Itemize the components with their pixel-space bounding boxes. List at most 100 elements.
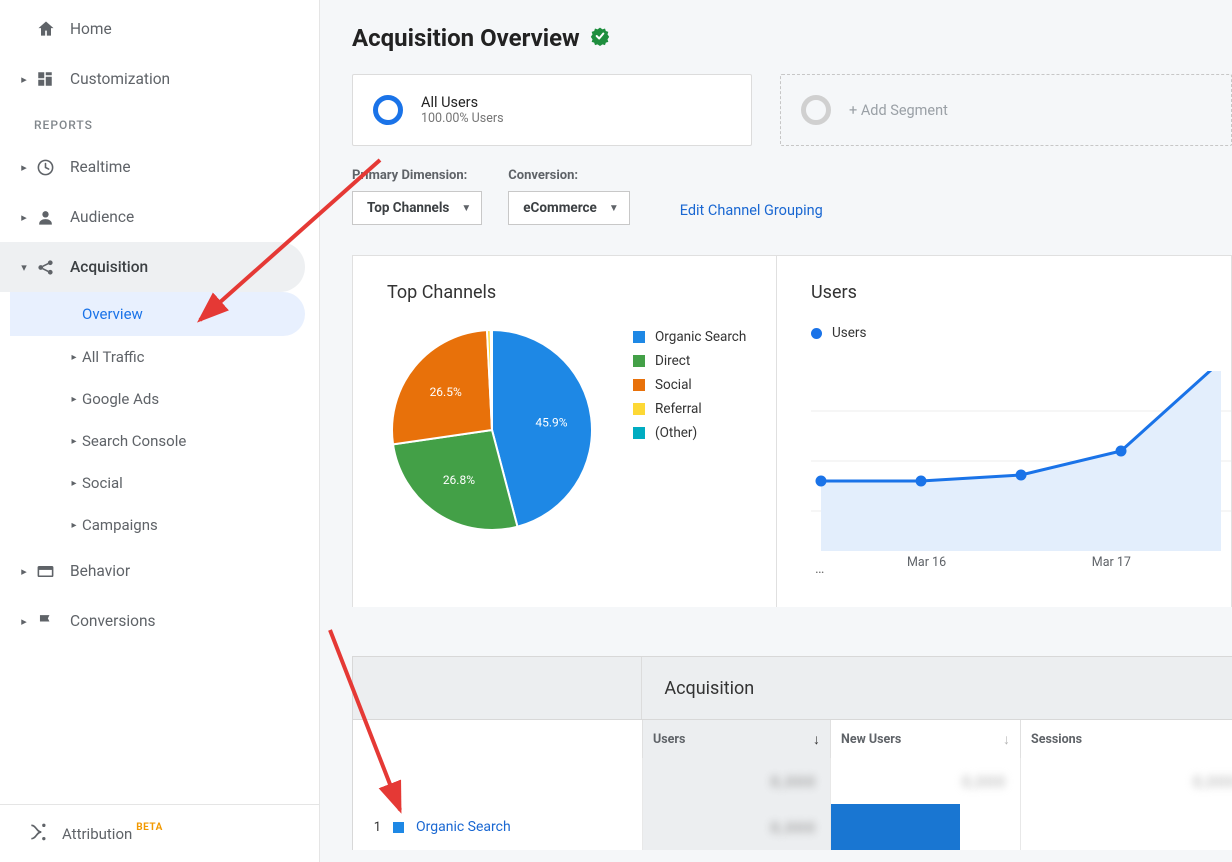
sub-label: Google Ads: [82, 390, 159, 408]
legend-item[interactable]: Organic Search: [633, 325, 746, 349]
x-tick: Mar 16: [907, 555, 946, 570]
edit-channel-grouping-link[interactable]: Edit Channel Grouping: [680, 202, 823, 225]
conversion-dropdown[interactable]: eCommerce ▼: [508, 191, 629, 225]
segment-all-users[interactable]: All Users 100.00% Users: [352, 74, 752, 146]
chevron-down-icon: ▼: [461, 203, 471, 214]
pie-chart: 45.9%26.8%26.5%: [387, 325, 597, 535]
page-title: Acquisition Overview: [352, 24, 580, 52]
pie-legend: Organic SearchDirectSocialReferral(Other…: [633, 325, 746, 535]
customization-icon: [36, 70, 70, 88]
sub-social[interactable]: ▸ Social: [66, 462, 319, 504]
controls-row: Primary Dimension: Top Channels ▼ Conver…: [352, 168, 1232, 225]
clock-icon: [36, 158, 70, 177]
nav-home[interactable]: Home: [0, 4, 319, 54]
col-label: Users: [653, 732, 685, 747]
share-icon: [36, 258, 70, 277]
nav-acquisition[interactable]: ▾ Acquisition: [0, 242, 305, 292]
legend-item[interactable]: Social: [633, 373, 746, 397]
acquisition-submenu: Overview ▸ All Traffic ▸ Google Ads ▸ Se…: [0, 292, 319, 546]
caret-icon: ▸: [66, 520, 82, 531]
nav-realtime[interactable]: ▸ Realtime: [0, 142, 319, 192]
caret-icon: ▸: [18, 161, 30, 174]
sub-all-traffic[interactable]: ▸ All Traffic: [66, 336, 319, 378]
page-title-row: Acquisition Overview: [352, 24, 1232, 52]
sub-google-ads[interactable]: ▸ Google Ads: [66, 378, 319, 420]
home-icon: [36, 19, 70, 39]
row-label-link[interactable]: Organic Search: [416, 819, 511, 835]
sub-label: Overview: [82, 305, 143, 323]
row-number: 1: [367, 820, 381, 835]
nav-label: Acquisition: [70, 258, 305, 276]
color-swatch-icon: [633, 355, 645, 367]
caret-icon: ▸: [66, 436, 82, 447]
acquisition-table: Acquisition Users ↓ New Users ↓ Sessions…: [352, 656, 1232, 850]
legend-label: Users: [832, 325, 866, 341]
col-label: Sessions: [1031, 732, 1082, 747]
sidebar: Home ▸ Customization REPORTS ▸ Realtime …: [0, 0, 320, 862]
legend-label: Social: [655, 373, 692, 397]
sort-icon: ↓: [1003, 731, 1010, 748]
nav-customization[interactable]: ▸ Customization: [0, 54, 319, 104]
nav-label: Behavior: [70, 562, 319, 580]
nav-behavior[interactable]: ▸ Behavior: [0, 546, 319, 596]
flag-icon: [36, 612, 70, 631]
users-line-chart: [811, 371, 1231, 551]
panel-title: Users: [811, 282, 1231, 303]
legend-item[interactable]: (Other): [633, 421, 746, 445]
person-icon: [36, 208, 70, 227]
behavior-icon: [36, 562, 70, 581]
legend-item[interactable]: Referral: [633, 397, 746, 421]
sub-label: Campaigns: [82, 516, 158, 534]
nav-attribution[interactable]: Attribution BETA: [0, 804, 320, 862]
table-row[interactable]: 1 Organic Search 0,000: [352, 804, 1232, 850]
primary-dimension-dropdown[interactable]: Top Channels ▼: [352, 191, 482, 225]
segment-text: + Add Segment: [849, 102, 948, 119]
caret-down-icon: ▾: [18, 261, 30, 274]
color-swatch-icon: [633, 427, 645, 439]
top-channels-panel: Top Channels 45.9%26.8%26.5% Organic Sea…: [353, 256, 777, 607]
sort-desc-icon: ↓: [813, 731, 820, 748]
dropdown-value: Top Channels: [367, 200, 449, 216]
caret-icon: ▸: [66, 352, 82, 363]
nav-label: Customization: [70, 70, 319, 88]
legend-item[interactable]: Direct: [633, 349, 746, 373]
redacted-value: 0,000: [962, 772, 1006, 791]
control-label: Conversion:: [508, 168, 629, 183]
primary-dimension-group: Primary Dimension: Top Channels ▼: [352, 168, 482, 225]
sub-campaigns[interactable]: ▸ Campaigns: [66, 504, 319, 546]
segment-circle-icon: [801, 95, 831, 125]
chevron-down-icon: ▼: [609, 203, 619, 214]
users-legend: Users: [811, 325, 1231, 341]
segment-title: All Users: [421, 94, 504, 111]
table-group-header: Acquisition: [352, 656, 1232, 720]
sub-overview[interactable]: Overview: [10, 292, 305, 336]
redacted-value: 0,000: [770, 818, 816, 837]
caret-icon: ▸: [66, 478, 82, 489]
segment-row: All Users 100.00% Users + Add Segment: [352, 74, 1232, 146]
color-swatch-icon: [633, 403, 645, 415]
bar-chart-cell: [831, 804, 1020, 850]
segment-subtitle: 100.00% Users: [421, 111, 504, 126]
conversion-group: Conversion: eCommerce ▼: [508, 168, 629, 225]
dot-icon: [811, 328, 822, 339]
nav-conversions[interactable]: ▸ Conversions: [0, 596, 319, 646]
sub-label: All Traffic: [82, 348, 145, 366]
col-new-users[interactable]: New Users ↓: [831, 720, 1021, 758]
col-sessions[interactable]: Sessions ↓: [1021, 720, 1232, 758]
sub-search-console[interactable]: ▸ Search Console: [66, 420, 319, 462]
redacted-value: 0,000: [770, 772, 816, 791]
add-segment-button[interactable]: + Add Segment: [780, 74, 1232, 146]
users-panel: Users Users … Mar 16 Mar 17: [777, 256, 1232, 607]
segment-text: All Users 100.00% Users: [421, 94, 504, 126]
nav-audience[interactable]: ▸ Audience: [0, 192, 319, 242]
col-users[interactable]: Users ↓: [643, 720, 831, 758]
table-summary-row: 0,000 0,000 0,000: [352, 758, 1232, 804]
caret-icon: ▸: [18, 211, 30, 224]
col-dimension[interactable]: [353, 720, 643, 758]
nav-label: Home: [70, 20, 319, 38]
control-label: Primary Dimension:: [352, 168, 482, 183]
attribution-icon: [28, 822, 62, 846]
color-swatch-icon: [633, 379, 645, 391]
beta-badge: BETA: [136, 822, 163, 833]
svg-text:45.9%: 45.9%: [535, 415, 567, 429]
